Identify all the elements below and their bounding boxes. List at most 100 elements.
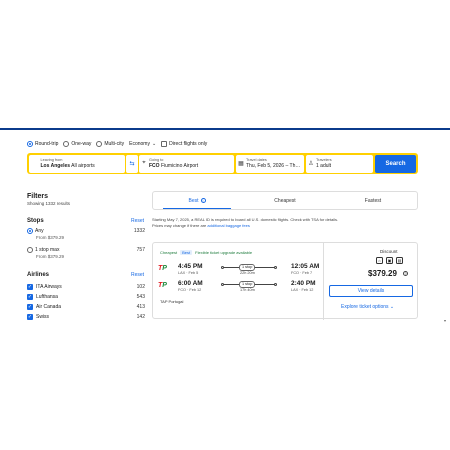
departure-time: 4:45 PM: [178, 263, 203, 270]
travelers-value: 1 adult: [316, 162, 332, 169]
airline-label: Air Canada: [36, 304, 62, 310]
travel-dates-field[interactable]: ▦ Travel dates Thu, Feb 5, 2026 – Th…: [236, 154, 304, 173]
tab-label: Best: [188, 197, 199, 204]
radio-icon: [27, 247, 33, 253]
inbound-leg: TP 6:00 AM FCO · Feb 12 1 stop 17h 40m 2…: [158, 280, 323, 296]
stop-count: 757: [136, 247, 145, 253]
stop-price: From $379.29: [36, 254, 65, 259]
radio-selected-icon: [27, 140, 33, 147]
price-info-icon[interactable]: ?: [403, 271, 408, 276]
tab-label: Fastest: [364, 197, 382, 204]
notice-text-2: Prices may change if there are: [152, 223, 207, 228]
multi-city-option[interactable]: Multi-city: [96, 140, 125, 147]
travelers-field[interactable]: ♙ Travelers 1 adult: [306, 154, 373, 173]
airline-option[interactable]: ✓ Lufthansa 543: [27, 293, 145, 301]
radio-icon: [96, 140, 103, 147]
airline-option[interactable]: ✓ Air Canada 413: [27, 303, 145, 311]
checkbox-checked-icon: ✓: [27, 314, 33, 320]
airline-option[interactable]: ✓ Swiss 142: [27, 313, 145, 321]
results-count: Showing 1332 results: [27, 201, 71, 206]
airlines-reset-link[interactable]: Reset: [131, 272, 144, 278]
round-trip-option[interactable]: Round-trip: [27, 140, 59, 147]
carrier-name: TAP Portugal: [160, 299, 184, 304]
flex-badge: Flexible ticket upgrade available: [195, 250, 253, 255]
checkbox-icon: [161, 140, 168, 147]
arrival-info: FCO · Feb 7: [291, 271, 313, 275]
person-icon: ♙: [308, 161, 314, 167]
airline-label: Lufthansa: [36, 294, 58, 300]
radio-icon: [63, 140, 70, 147]
swap-icon[interactable]: ⇆: [126, 154, 138, 173]
airline-count: 142: [136, 314, 145, 320]
flight-result-card[interactable]: Cheapest Best Flexible ticket upgrade av…: [152, 242, 418, 320]
departure-info: FCO · Feb 12: [178, 288, 202, 292]
info-icon[interactable]: i: [200, 198, 206, 203]
stop-option-any[interactable]: Any From $379.29 1332: [27, 228, 145, 240]
cheapest-badge: Cheapest: [160, 250, 178, 255]
sort-tabs: Best i Cheapest Fastest: [152, 191, 418, 210]
location-pin-icon: ⌖: [142, 160, 146, 166]
cabin-class-label: Economy: [129, 140, 150, 147]
tab-cheapest[interactable]: Cheapest: [241, 192, 329, 209]
tab-best[interactable]: Best i: [153, 192, 241, 209]
multi-city-label: Multi-city: [104, 140, 125, 147]
duration: 17h 40m: [240, 288, 255, 292]
tab-fastest[interactable]: Fastest: [329, 192, 417, 209]
explore-label: Explore ticket options: [341, 304, 389, 310]
airline-logo-icon: TP: [158, 265, 167, 272]
stop-option-1-stop[interactable]: 1 stop max From $379.29 757: [27, 247, 145, 259]
checkbox-checked-icon: ✓: [27, 294, 33, 300]
checked-bag-icon: ▤: [396, 257, 403, 264]
radio-selected-icon: [27, 228, 33, 234]
tab-label: Cheapest: [274, 197, 296, 204]
seat-icon: ⌂: [376, 257, 383, 264]
scroll-down-icon[interactable]: ▾: [444, 318, 448, 323]
chevron-down-icon: ⌄: [389, 304, 395, 310]
explore-ticket-options-link[interactable]: Explore ticket options ⌄: [341, 304, 394, 310]
from-city: Los Angeles: [40, 162, 71, 169]
leaving-from-field[interactable]: Leaving from Los Angeles All airports: [28, 154, 125, 173]
one-way-option[interactable]: One-way: [63, 140, 91, 147]
direct-flights-label: Direct flights only: [169, 140, 208, 147]
airline-label: ITA Airways: [36, 284, 62, 290]
airline-label: Swiss: [36, 314, 50, 320]
calendar-icon: ▦: [238, 161, 244, 167]
airline-logo-icon: TP: [158, 282, 167, 289]
chevron-down-icon: ⌄: [151, 140, 157, 147]
result-badges: Cheapest Best Flexible ticket upgrade av…: [160, 250, 252, 255]
airline-option[interactable]: ✓ ITA Airways 102: [27, 283, 145, 291]
stops-reset-link[interactable]: Reset: [131, 218, 144, 224]
arrival-time: 2:40 PM: [291, 280, 316, 287]
header-bar: [0, 128, 450, 130]
view-details-button[interactable]: View details: [329, 285, 413, 297]
stop-count: 1332: [133, 228, 145, 234]
fare-amenities: ⌂ ▣ ▤: [376, 257, 403, 264]
going-to-field[interactable]: ⌖ Going to FCO Fiumicino Airport: [139, 154, 234, 173]
price: $379.29: [368, 269, 397, 278]
arrival-info: LAX · Feb 12: [291, 288, 314, 292]
outbound-leg: TP 4:45 PM LAX · Feb 5 1 stop 22h 20m 12…: [158, 263, 323, 279]
stops-title: Stops: [27, 218, 44, 224]
carry-on-bag-icon: ▣: [386, 257, 393, 264]
route-start-dot: [221, 282, 224, 286]
duration: 22h 20m: [240, 271, 255, 275]
stops-pill: 1 stop: [239, 281, 256, 288]
airline-count: 413: [136, 304, 145, 310]
airlines-title: Airlines: [27, 272, 50, 278]
departure-info: LAX · Feb 5: [178, 271, 199, 275]
direct-flights-checkbox[interactable]: Direct flights only: [161, 140, 208, 147]
stop-label: 1 stop max: [35, 247, 60, 253]
checkbox-checked-icon: ✓: [27, 304, 33, 310]
round-trip-label: Round-trip: [35, 140, 59, 147]
route-end-dot: [274, 282, 277, 286]
stop-label: Any: [35, 228, 44, 234]
arrival-time: 12:05 AM: [291, 263, 320, 270]
stops-pill: 1 stop: [239, 264, 256, 271]
travel-notice: Starting May 7, 2025, a REAL ID is requi…: [152, 217, 418, 229]
cabin-class-select[interactable]: Economy ⌄: [129, 141, 156, 147]
baggage-fees-link[interactable]: additional baggage fees: [207, 223, 249, 228]
airline-count: 102: [136, 284, 145, 290]
search-button[interactable]: Search: [375, 154, 416, 173]
filters-title: Filters: [27, 193, 49, 200]
to-airport: Fiumicino Airport: [160, 162, 199, 169]
